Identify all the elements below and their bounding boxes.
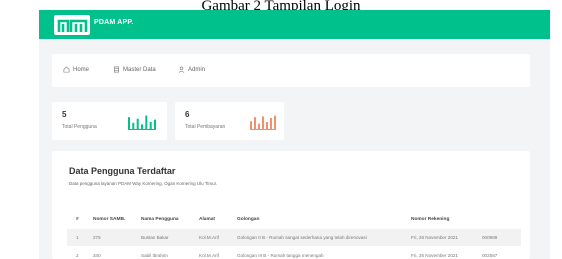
cell-no: 2 (76, 253, 79, 258)
sparkline-bar (266, 122, 268, 130)
home-icon (63, 66, 70, 73)
column-header-nomor-samb[interactable]: Nomor SAMB. (93, 217, 125, 222)
column-header-nomor-rekening[interactable]: Nomor Rekening (411, 217, 449, 222)
table-title: Data Pengguna Terdaftar (69, 166, 176, 176)
cell-tanggal: Fri, 26 November 2021 (411, 253, 458, 258)
stat-sparkline (250, 115, 276, 130)
sparkline-bar (250, 121, 252, 130)
column-header-golongan[interactable]: Golongan (237, 217, 259, 222)
cell-alamat: Kol.M.Arif (199, 253, 219, 258)
menu-item-label: Home (73, 66, 90, 73)
menu-item-admin[interactable]: Admin (178, 66, 205, 73)
menu-item-label: Master Data (123, 66, 156, 73)
sparkline-bar (262, 116, 264, 130)
cell-tanggal: Fri, 26 November 2021 (411, 235, 458, 240)
cell-nama-pengguna: Bustan Bakar (141, 235, 169, 240)
cell-nomor-rekening: 000989 (482, 235, 498, 240)
sparkline-baseline (250, 129, 276, 130)
menu-item-home[interactable]: Home (63, 66, 89, 73)
cell-nomor-samb: 275 (93, 235, 101, 240)
column-header-no[interactable]: # (76, 217, 79, 222)
stat-value: 5 (62, 110, 67, 119)
stat-value: 6 (185, 110, 190, 119)
sparkline-bar (149, 122, 152, 130)
users-table-card: Data Pengguna Terdaftar Data pengguna la… (52, 151, 530, 259)
user-icon (178, 66, 185, 73)
table-row[interactable]: 1 275 Bustan Bakar Kol.M.Arif Golongan I… (67, 229, 521, 246)
pdam-logo[interactable] (54, 15, 90, 35)
cell-golongan: Golongan II B - Rumah sangat sederhana y… (237, 235, 367, 240)
sparkline-bar (254, 117, 256, 130)
sparkline-bar (136, 118, 139, 130)
stat-label: Total Pengguna (62, 124, 97, 130)
cell-no: 1 (76, 235, 79, 240)
cell-nomor-samb: 340 (93, 253, 101, 258)
column-header-nama-pengguna[interactable]: Nama Pengguna (141, 217, 179, 222)
app-window: PDAM APP. Home Master Data Admin 5 Total… (39, 10, 550, 259)
sparkline-bar (132, 122, 135, 130)
cell-alamat: Kol.M.Arif (199, 235, 219, 240)
stat-card-total-pengguna: 5 Total Pengguna (52, 102, 167, 140)
menu-bar: Home Master Data Admin (52, 54, 530, 87)
sparkline-bar (274, 115, 276, 130)
sparkline-bar (145, 115, 148, 130)
cell-golongan: Golongan III B - Rumah tangga menengah (237, 253, 324, 258)
top-navbar: PDAM APP. (39, 10, 550, 39)
stat-label: Total Pembayaran (185, 124, 226, 130)
sparkline-baseline (128, 129, 156, 130)
cell-nama-pengguna: Sabil Ibrahim (141, 253, 168, 258)
app-name: PDAM APP. (94, 19, 134, 26)
sparkline-bar (128, 117, 130, 130)
stat-sparkline (128, 115, 156, 130)
table-subtitle: Data pengguna layanan PDAM Way Komering,… (69, 181, 218, 186)
database-icon (114, 66, 119, 73)
menu-item-label: Admin (188, 66, 206, 73)
sparkline-bar (270, 118, 272, 130)
stat-card-total-pembayaran: 6 Total Pembayaran (175, 102, 284, 140)
menu-item-master-data[interactable]: Master Data (113, 66, 156, 73)
column-header-alamat[interactable]: Alamat (199, 217, 215, 222)
sparkline-bar (154, 119, 156, 130)
table-row[interactable]: 2 340 Sabil Ibrahim Kol.M.Arif Golongan … (67, 247, 521, 259)
cell-nomor-rekening: 002587 (482, 253, 498, 258)
